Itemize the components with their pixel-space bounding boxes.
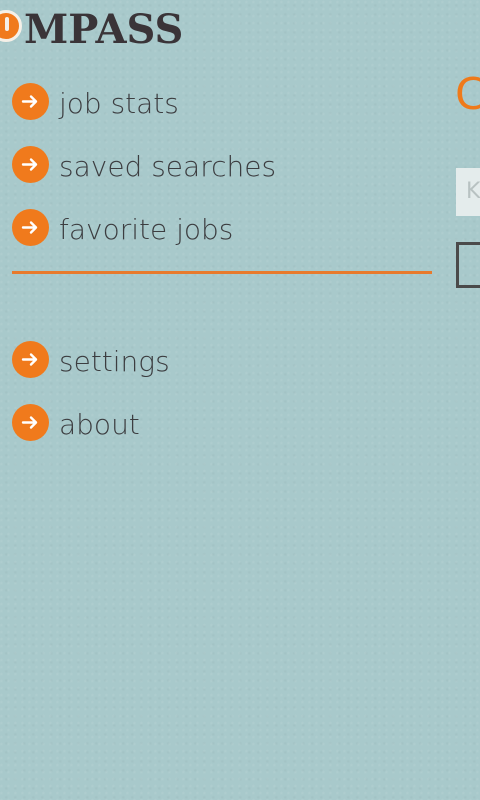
peek-search-input[interactable]: K — [456, 168, 480, 216]
arrow-right-icon — [12, 209, 49, 246]
menu-item-label: about — [59, 407, 140, 441]
peek-panel-title: C — [455, 69, 480, 120]
menu-item-label: favorite jobs — [59, 212, 234, 246]
arrow-right-icon — [12, 146, 49, 183]
secondary-menu: settings about — [12, 330, 432, 456]
menu-item-settings[interactable]: settings — [12, 330, 432, 393]
menu-item-job-stats[interactable]: job stats — [12, 72, 432, 135]
menu-divider — [12, 271, 432, 274]
app-logo-text: MPASS — [24, 6, 184, 53]
arrow-right-icon — [12, 341, 49, 378]
menu-item-label: job stats — [59, 86, 179, 120]
menu-item-label: saved searches — [59, 149, 277, 183]
menu-item-label: settings — [59, 344, 170, 378]
menu-item-saved-searches[interactable]: saved searches — [12, 135, 432, 198]
arrow-right-icon — [12, 404, 49, 441]
primary-menu: job stats saved searches favorite jobs — [12, 72, 432, 261]
menu-item-about[interactable]: about — [12, 393, 432, 456]
arrow-right-icon — [12, 83, 49, 120]
peek-panel-button[interactable] — [456, 242, 480, 288]
menu-item-favorite-jobs[interactable]: favorite jobs — [12, 198, 432, 261]
compass-logo-icon — [0, 10, 22, 42]
